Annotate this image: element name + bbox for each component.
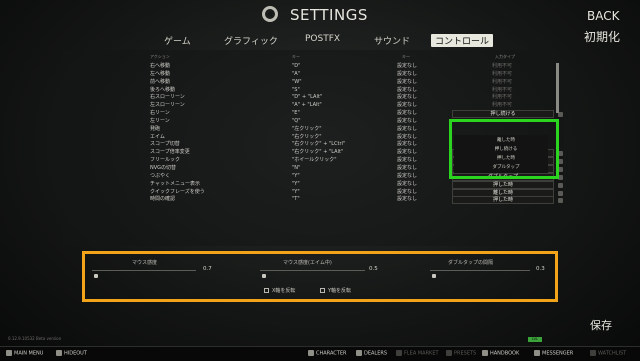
row-secondary-key[interactable]: 設定なし: [397, 71, 417, 79]
bottom-nav-bar: MAIN MENU HIDEOUT CHARACTER DEALERS FLEA…: [0, 346, 640, 361]
character-icon: [308, 350, 314, 356]
messenger-icon: [534, 350, 540, 356]
row-action: 左へ移動: [150, 70, 171, 77]
row-secondary-key[interactable]: 設定なし: [397, 118, 417, 126]
save-button[interactable]: 保存: [590, 317, 612, 333]
header-action: アクション: [150, 54, 170, 59]
page-title: SETTINGS: [290, 6, 368, 24]
row-primary-key[interactable]: "E": [292, 110, 300, 118]
row-action: 前へ移動: [150, 78, 171, 85]
nav-main-menu[interactable]: MAIN MENU: [6, 350, 43, 357]
row-secondary-key[interactable]: 設定なし: [397, 165, 417, 173]
row-primary-key[interactable]: "ホイールクリック": [292, 157, 337, 165]
presets-icon: [446, 350, 452, 356]
row-primary-key[interactable]: "Y": [292, 173, 300, 181]
menu-icon: [6, 350, 12, 356]
status-badge: LVL: [528, 337, 542, 342]
row-primary-key[interactable]: "A": [292, 71, 300, 79]
row-primary-key[interactable]: "W": [292, 79, 302, 87]
table-scrollbar[interactable]: [556, 63, 559, 113]
highlight-mouse-settings: [82, 251, 558, 302]
nav-character[interactable]: CHARACTER: [308, 350, 346, 357]
row-input-type[interactable]: 離した時: [452, 188, 563, 197]
row-secondary-key[interactable]: 設定なし: [397, 196, 417, 204]
row-input-type[interactable]: 利用不可: [452, 79, 552, 87]
row-action: NVGの切替: [150, 164, 177, 171]
nav-handbook[interactable]: HANDBOOK: [482, 350, 519, 357]
table-row[interactable]: 右スローリーン "D" + "LAlt" 設定なし 利用不可: [62, 94, 564, 102]
tab-game[interactable]: ゲーム: [164, 34, 191, 47]
version-text: 0.12.9.10532 Beta version: [8, 336, 62, 341]
header-key-secondary: キー: [402, 54, 410, 59]
row-primary-key[interactable]: "左クリック": [292, 126, 322, 134]
row-primary-key[interactable]: "D": [292, 63, 300, 71]
row-secondary-key[interactable]: 設定なし: [397, 110, 417, 118]
row-secondary-key[interactable]: 設定なし: [397, 181, 417, 189]
header-key-primary: キー: [292, 54, 300, 59]
table-row[interactable]: 左へ移動 "A" 設定なし 利用不可: [62, 71, 564, 79]
row-secondary-key[interactable]: 設定なし: [397, 102, 417, 110]
nav-flea-market: FLEA MARKET: [396, 350, 439, 357]
nav-dealers[interactable]: DEALERS: [356, 350, 387, 357]
nav-messenger[interactable]: MESSENGER: [534, 350, 573, 357]
table-row[interactable]: 右リーン "E" 設定なし 押し続ける: [62, 110, 564, 119]
flea-market-icon: [396, 350, 402, 356]
table-row[interactable]: 左スローリーン "A" + "LAlt" 設定なし 利用不可: [62, 102, 564, 110]
row-primary-key[interactable]: "S": [292, 87, 300, 95]
table-row[interactable]: 時間の確認 "T" 設定なし 押した時: [62, 196, 564, 205]
table-row[interactable]: 後ろへ移動 "S" 設定なし 利用不可: [62, 87, 564, 95]
row-primary-key[interactable]: "D" + "LAlt": [292, 94, 322, 102]
row-action: 発砲: [150, 125, 161, 132]
handbook-icon: [482, 350, 488, 356]
row-input-type[interactable]: 利用不可: [452, 102, 552, 110]
row-action: フリールック: [150, 157, 181, 164]
row-action: 左スローリーン: [150, 102, 185, 109]
table-row[interactable]: 右へ移動 "D" 設定なし 利用不可: [62, 63, 564, 71]
row-secondary-key[interactable]: 設定なし: [397, 173, 417, 181]
dealers-icon: [356, 350, 362, 356]
row-primary-key[interactable]: "T": [292, 196, 300, 204]
row-input-type[interactable]: 利用不可: [452, 63, 552, 71]
row-input-type[interactable]: 押した時: [452, 180, 563, 189]
gear-icon: [262, 6, 278, 22]
row-secondary-key[interactable]: 設定なし: [397, 63, 417, 71]
row-input-type[interactable]: 押し続ける: [452, 110, 563, 119]
tab-controls[interactable]: コントロール: [431, 34, 494, 47]
row-input-type[interactable]: 押した時: [452, 196, 563, 205]
row-input-type[interactable]: 利用不可: [452, 71, 552, 79]
tab-graphics[interactable]: グラフィック: [224, 34, 278, 47]
header-input-type: 入力タイプ: [495, 54, 515, 59]
row-secondary-key[interactable]: 設定なし: [397, 149, 417, 157]
table-row[interactable]: 前へ移動 "W" 設定なし 利用不可: [62, 79, 564, 87]
nav-presets: PRESETS: [446, 350, 476, 357]
row-secondary-key[interactable]: 設定なし: [397, 79, 417, 87]
hideout-icon: [56, 350, 62, 356]
settings-tabs: ゲーム グラフィック POSTFX サウンド コントロール: [0, 34, 640, 48]
row-primary-key[interactable]: "Y": [292, 189, 300, 197]
watchlist-icon: [590, 350, 596, 356]
tab-postfx[interactable]: POSTFX: [305, 34, 340, 44]
row-action: チャットメニュー表示: [150, 180, 200, 187]
row-primary-key[interactable]: "Y": [292, 181, 300, 189]
table-row[interactable]: クイックフレーズを使う "Y" 設定なし 離した時: [62, 188, 564, 197]
row-primary-key[interactable]: "N": [292, 165, 300, 173]
nav-hideout[interactable]: HIDEOUT: [56, 350, 87, 357]
back-button[interactable]: BACK: [587, 9, 619, 23]
highlight-input-type-dropdown: [449, 119, 559, 179]
table-row[interactable]: チャットメニュー表示 "Y" 設定なし 押した時: [62, 180, 564, 189]
row-action: つぶやく: [150, 172, 171, 179]
row-action: 右へ移動: [150, 63, 171, 69]
row-action: 時間の確認: [150, 196, 176, 203]
row-secondary-key[interactable]: 設定なし: [397, 126, 417, 134]
tab-sound[interactable]: サウンド: [374, 34, 410, 47]
row-primary-key[interactable]: "右クリック" + "LAlt": [292, 149, 343, 157]
row-action: スコープ倍率変更: [150, 149, 190, 156]
row-primary-key[interactable]: "Q": [292, 118, 301, 126]
row-action: 左リーン: [150, 117, 170, 124]
nav-watchlist: WATCHLIST: [590, 350, 626, 357]
row-secondary-key[interactable]: 設定なし: [397, 157, 417, 165]
row-primary-key[interactable]: "A" + "LAlt": [292, 102, 322, 110]
row-action: 右リーン: [150, 110, 170, 117]
